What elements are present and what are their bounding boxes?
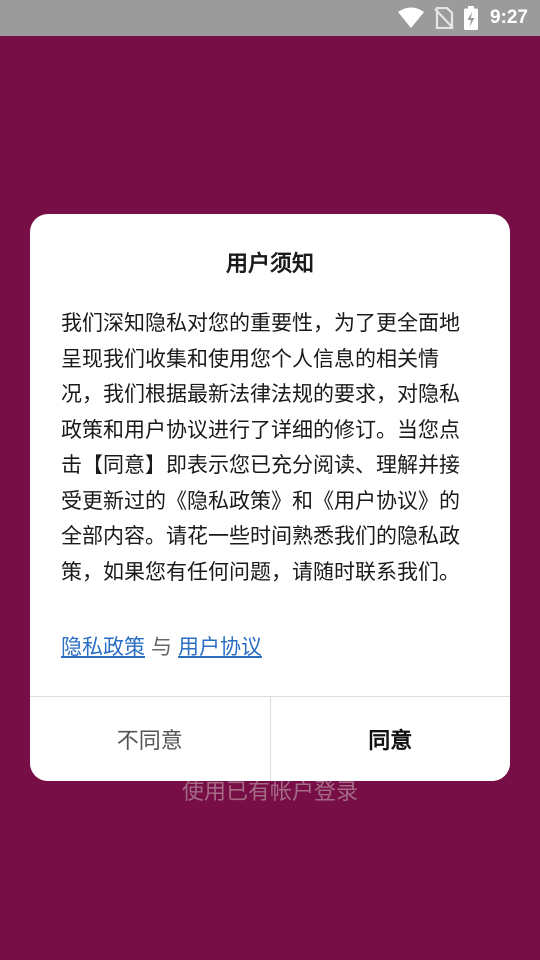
agree-button[interactable]: 同意 (270, 697, 510, 781)
screen: 9:27 使用已有帐户登录 用户须知 我们深知隐私对您的重要性，为了更全面地呈现… (0, 0, 540, 960)
no-sim-icon (434, 7, 454, 29)
wifi-icon (397, 7, 424, 28)
privacy-policy-link[interactable]: 隐私政策 (61, 635, 145, 659)
status-bar: 9:27 (0, 0, 540, 36)
dialog-title: 用户须知 (225, 252, 314, 277)
disagree-button[interactable]: 不同意 (30, 697, 271, 781)
dialog-body-text: 我们深知隐私对您的重要性，为了更全面地呈现我们收集和使用您个人信息的相关情况，我… (61, 311, 460, 584)
policy-links: 隐私政策与用户协议 (61, 632, 262, 662)
battery-charging-icon (463, 6, 478, 30)
user-notice-dialog: 用户须知 我们深知隐私对您的重要性，为了更全面地呈现我们收集和使用您个人信息的相… (30, 214, 510, 781)
user-agreement-link[interactable]: 用户协议 (178, 635, 262, 659)
links-separator: 与 (151, 635, 172, 659)
dialog-actions: 不同意 同意 (30, 697, 510, 781)
status-time: 9:27 (489, 7, 528, 28)
